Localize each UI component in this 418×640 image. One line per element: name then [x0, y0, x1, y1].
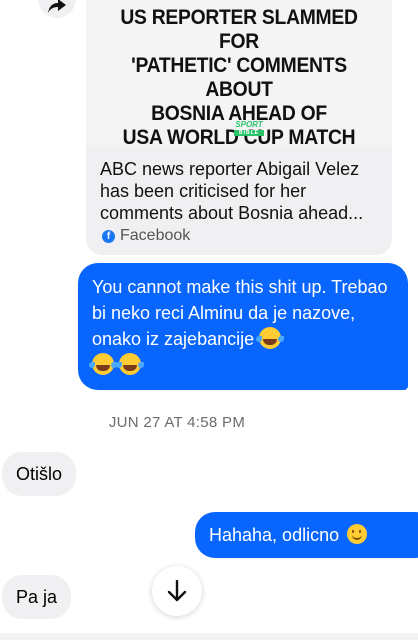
bottom-divider — [0, 633, 418, 640]
message-bubble-incoming[interactable]: Otišlo — [2, 452, 77, 496]
message-bubble-outgoing[interactable]: Hahaha, odlicno — [195, 512, 418, 558]
scroll-to-bottom-button[interactable] — [152, 566, 202, 616]
timestamp: JUN 27 AT 4:58 PM — [108, 414, 246, 431]
link-preview-card[interactable]: US REPORTER SLAMMED FOR 'PATHETIC' COMME… — [86, 0, 392, 255]
share-button[interactable] — [38, 0, 76, 18]
message-text: Pa ja — [16, 587, 58, 607]
message-text: Hahaha, odlicno — [209, 525, 340, 545]
message-bubble-outgoing[interactable]: You cannot make this shit up. Trebao bi … — [78, 263, 408, 390]
message-text: Otišlo — [16, 464, 63, 484]
joy-emoji — [89, 353, 114, 375]
slightly-smiling-emoji — [347, 524, 368, 544]
joy-emoji — [256, 327, 282, 349]
message-bubble-incoming[interactable]: Pa ja — [2, 575, 72, 619]
link-title: ABC news reporter Abigail Velez has been… — [100, 159, 364, 223]
arrow-down-icon — [167, 580, 187, 602]
joy-emoji — [116, 353, 142, 375]
article-image: US REPORTER SLAMMED FOR 'PATHETIC' COMME… — [86, 0, 392, 149]
sportbible-logo: SPORT BIBLE — [234, 120, 264, 136]
link-source: f Facebook — [102, 227, 190, 245]
share-arrow-icon — [48, 0, 66, 13]
link-source-label: Facebook — [120, 227, 191, 244]
message-text: You cannot make this shit up. Trebao bi … — [92, 277, 388, 349]
facebook-icon: f — [102, 229, 115, 243]
